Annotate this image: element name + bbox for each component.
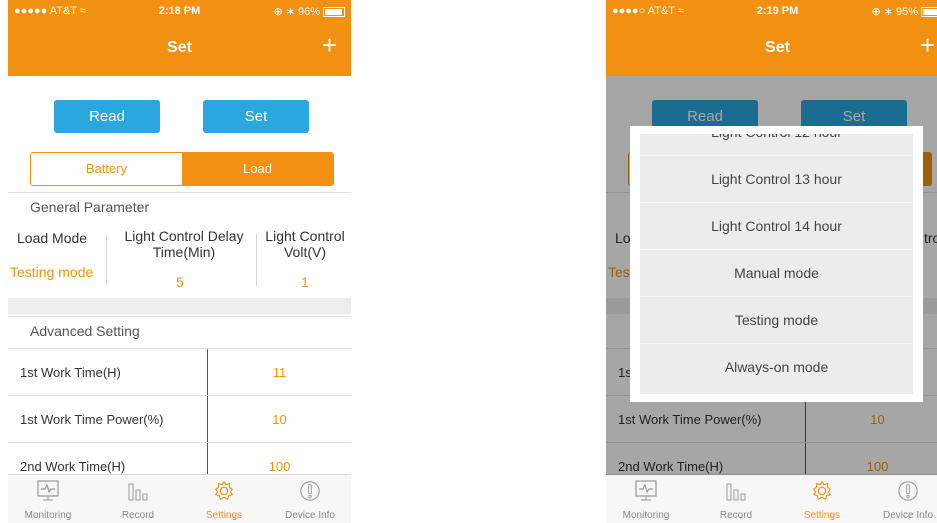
mode-option[interactable]: Testing mode xyxy=(640,296,913,344)
add-button[interactable]: + xyxy=(322,30,337,61)
mode-option[interactable]: Light Control 13 hour xyxy=(640,155,913,203)
bar-chart-icon xyxy=(726,483,746,501)
tab-device-info[interactable]: Device Info xyxy=(868,475,937,523)
tab-monitoring[interactable]: Monitoring xyxy=(606,475,686,523)
set-button[interactable]: Set xyxy=(203,100,309,133)
load-mode-label: Load Mode xyxy=(17,230,88,246)
info-icon xyxy=(898,481,918,501)
status-bar: ●●●●○ AT&T ≈ 2:19 PM ⊕ ∗ 95% xyxy=(606,0,937,22)
tab-record[interactable]: Record xyxy=(98,475,178,523)
delay-time-value[interactable]: 5 xyxy=(176,274,184,290)
mode-picker: Light Control 12 hour Light Control 13 h… xyxy=(630,126,923,402)
delay-time-label: Light Control Delay Time(Min) xyxy=(114,228,254,260)
mode-option[interactable]: Light Control 12 hour xyxy=(640,134,913,156)
bar-chart-icon xyxy=(128,483,148,501)
tab-settings[interactable]: Settings xyxy=(184,475,264,523)
segment-load[interactable]: Load xyxy=(182,153,333,185)
tab-bar: Monitoring Record Settings Device Info xyxy=(8,474,351,523)
tab-label: Record xyxy=(719,510,753,521)
gear-icon xyxy=(812,480,832,501)
tab-label: Settings xyxy=(205,510,243,521)
row-value[interactable]: 10 xyxy=(208,412,351,427)
general-parameters: Load Mode Testing mode Light Control Del… xyxy=(8,220,351,294)
tab-label: Record xyxy=(121,510,155,521)
tab-label: Monitoring xyxy=(24,510,72,521)
page-title: Set xyxy=(167,39,192,56)
settings-screen-mode-picker: ●●●●○ AT&T ≈ 2:19 PM ⊕ ∗ 95% Set + Read … xyxy=(606,0,937,523)
table-row[interactable]: 1st Work Time Power(%) 10 xyxy=(8,395,351,442)
control-volt-value[interactable]: 1 xyxy=(301,274,309,290)
divider xyxy=(106,234,107,286)
info-icon xyxy=(300,481,320,501)
nav-bar: Set + xyxy=(606,22,937,76)
tab-device-info[interactable]: Device Info xyxy=(270,475,350,523)
control-volt-label-line2: Volt(V) xyxy=(283,244,326,260)
tab-bar: Monitoring Record Settings Device Info xyxy=(606,474,937,523)
load-mode-value[interactable]: Testing mode xyxy=(10,264,93,280)
row-value[interactable]: 11 xyxy=(208,365,351,380)
tab-settings[interactable]: Settings xyxy=(782,475,862,523)
row-label: 1st Work Time(H) xyxy=(20,365,121,380)
action-buttons: Read Set xyxy=(8,100,351,134)
delay-time-label-line2: Time(Min) xyxy=(152,244,216,260)
tab-record[interactable]: Record xyxy=(696,475,776,523)
tab-label: Monitoring xyxy=(622,510,670,521)
status-indicators: ⊕ ∗ 96% xyxy=(273,6,320,18)
section-gap xyxy=(8,298,351,314)
nav-bar: Set + xyxy=(8,22,351,76)
read-button[interactable]: Read xyxy=(54,100,160,133)
status-indicators: ⊕ ∗ 95% xyxy=(871,6,918,18)
control-volt-label-line1: Light Control xyxy=(265,228,345,244)
tab-label: Device Info xyxy=(284,510,336,521)
row-label: 2nd Work Time(H) xyxy=(20,459,126,474)
monitor-icon xyxy=(37,480,59,501)
divider xyxy=(256,234,257,286)
settings-screen-load: ●●●●● AT&T ≈ 2:18 PM ⊕ ∗ 96% Set + Read … xyxy=(8,0,351,523)
battery-load-segmented-control: Battery Load xyxy=(30,152,334,186)
battery-icon xyxy=(921,6,937,17)
general-parameter-header: General Parameter xyxy=(8,192,351,218)
gear-icon xyxy=(214,480,234,501)
delay-time-label-line1: Light Control Delay xyxy=(124,228,244,244)
control-volt-label: Light Control Volt(V) xyxy=(260,228,350,260)
status-bar: ●●●●● AT&T ≈ 2:18 PM ⊕ ∗ 96% xyxy=(8,0,351,22)
status-right: ⊕ ∗ 96% xyxy=(273,5,345,18)
page-title: Set xyxy=(765,39,790,56)
segment-battery[interactable]: Battery xyxy=(31,153,182,185)
row-value[interactable]: 100 xyxy=(208,459,351,474)
tab-label: Device Info xyxy=(882,510,934,521)
battery-icon xyxy=(323,6,345,17)
mode-option[interactable]: Manual mode xyxy=(640,249,913,297)
table-row[interactable]: 1st Work Time(H) 11 xyxy=(8,348,351,395)
mode-option[interactable]: Always-on mode xyxy=(640,343,913,391)
monitor-icon xyxy=(635,480,657,501)
mode-picker-list[interactable]: Light Control 12 hour Light Control 13 h… xyxy=(640,134,913,394)
row-label: 1st Work Time Power(%) xyxy=(20,412,164,427)
tab-monitoring[interactable]: Monitoring xyxy=(8,475,88,523)
mode-option[interactable]: Light Control 14 hour xyxy=(640,202,913,250)
advanced-setting-header: Advanced Setting xyxy=(8,316,351,348)
tab-label: Settings xyxy=(803,510,841,521)
status-right: ⊕ ∗ 95% xyxy=(871,5,937,18)
add-button[interactable]: + xyxy=(920,30,935,61)
